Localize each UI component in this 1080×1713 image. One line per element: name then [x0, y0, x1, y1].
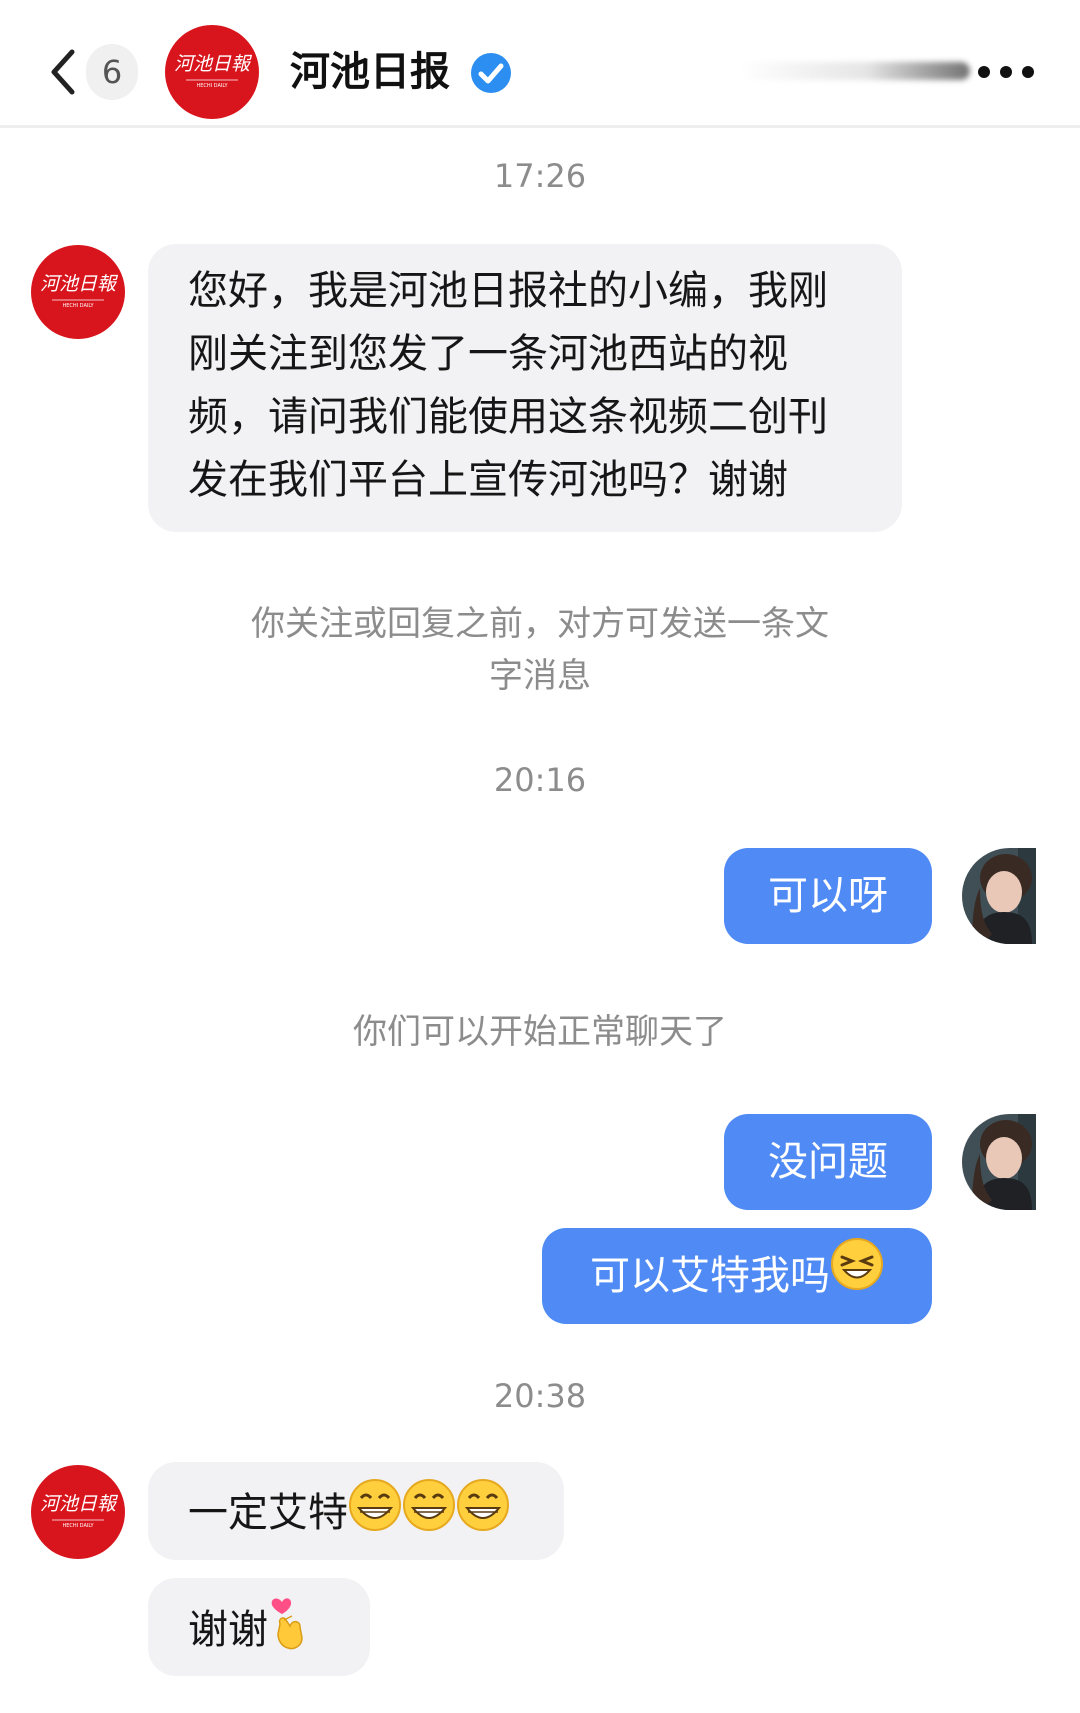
chat-screen: 6 河池日報 HECHI DAILY 河池日报 17:26 河池日報 HECHI…	[0, 0, 1080, 1713]
sender-avatar[interactable]: 河池日報 HECHI DAILY	[30, 244, 126, 340]
grin-emoji	[402, 1478, 456, 1552]
grin-emoji	[348, 1478, 402, 1552]
svg-text:河池日報: 河池日報	[40, 273, 119, 295]
outgoing-message-bubble[interactable]: 可以艾特我吗	[542, 1228, 932, 1324]
message-text-line: 刚关注到您发了一条河池西站的视	[188, 331, 788, 377]
message-text: 谢谢	[188, 1607, 268, 1653]
hechi-daily-logo: 河池日報 HECHI DAILY	[31, 1465, 125, 1559]
message-text-line: 您好，我是河池日报社的小编，我刚	[188, 268, 828, 314]
timestamp: 20:38	[493, 1377, 587, 1415]
user-avatar[interactable]	[962, 848, 1036, 944]
svg-text:HECHI DAILY: HECHI DAILY	[196, 83, 228, 89]
outgoing-message-bubble[interactable]: 可以呀	[724, 848, 932, 944]
system-notice: 你关注或回复之前，对方可发送一条文 字消息	[200, 598, 880, 702]
contact-name[interactable]: 河池日报	[290, 44, 450, 100]
incoming-message-bubble[interactable]: 谢谢	[148, 1578, 370, 1676]
unread-count-badge[interactable]: 6	[86, 44, 138, 100]
chevron-left-icon	[51, 49, 75, 95]
svg-text:河池日報: 河池日報	[174, 53, 253, 75]
finger-heart-emoji	[268, 1594, 312, 1670]
chat-header: 6 河池日報 HECHI DAILY 河池日报	[0, 0, 1080, 128]
incoming-message-bubble[interactable]: 一定艾特	[148, 1462, 564, 1560]
svg-text:河池日報: 河池日報	[40, 1493, 119, 1515]
message-text-line: 发在我们平台上宣传河池吗？谢谢	[188, 457, 788, 503]
timestamp: 20:16	[493, 761, 587, 799]
more-dots-icon	[978, 66, 1034, 78]
notice-line: 你关注或回复之前，对方可发送一条文	[251, 604, 829, 644]
more-options-button[interactable]	[970, 48, 1042, 96]
back-button[interactable]	[44, 44, 84, 100]
outgoing-message-bubble[interactable]: 没问题	[724, 1114, 932, 1210]
verified-check-icon	[470, 52, 512, 94]
user-avatar[interactable]	[962, 1114, 1036, 1210]
incoming-message-bubble[interactable]: 您好，我是河池日报社的小编，我刚 刚关注到您发了一条河池西站的视 频，请问我们能…	[148, 244, 902, 532]
grin-emoji	[456, 1478, 510, 1552]
sender-avatar[interactable]: 河池日報 HECHI DAILY	[30, 1464, 126, 1560]
system-notice: 你们可以开始正常聊天了	[353, 1012, 727, 1052]
svg-text:HECHI DAILY: HECHI DAILY	[62, 1523, 94, 1529]
hechi-daily-logo: 河池日報 HECHI DAILY	[31, 245, 125, 339]
message-text: 可以艾特我吗	[590, 1253, 830, 1299]
contact-avatar[interactable]: 河池日報 HECHI DAILY	[164, 24, 260, 120]
svg-text:HECHI DAILY: HECHI DAILY	[62, 303, 94, 309]
hechi-daily-logo: 河池日報 HECHI DAILY	[165, 25, 259, 119]
header-blur-artifact	[740, 62, 970, 80]
message-text-line: 频，请问我们能使用这条视频二创刊	[188, 394, 828, 440]
notice-line: 字消息	[489, 656, 591, 696]
squint-laugh-emoji	[830, 1230, 884, 1326]
message-text: 一定艾特	[188, 1490, 348, 1536]
timestamp: 17:26	[493, 157, 587, 195]
